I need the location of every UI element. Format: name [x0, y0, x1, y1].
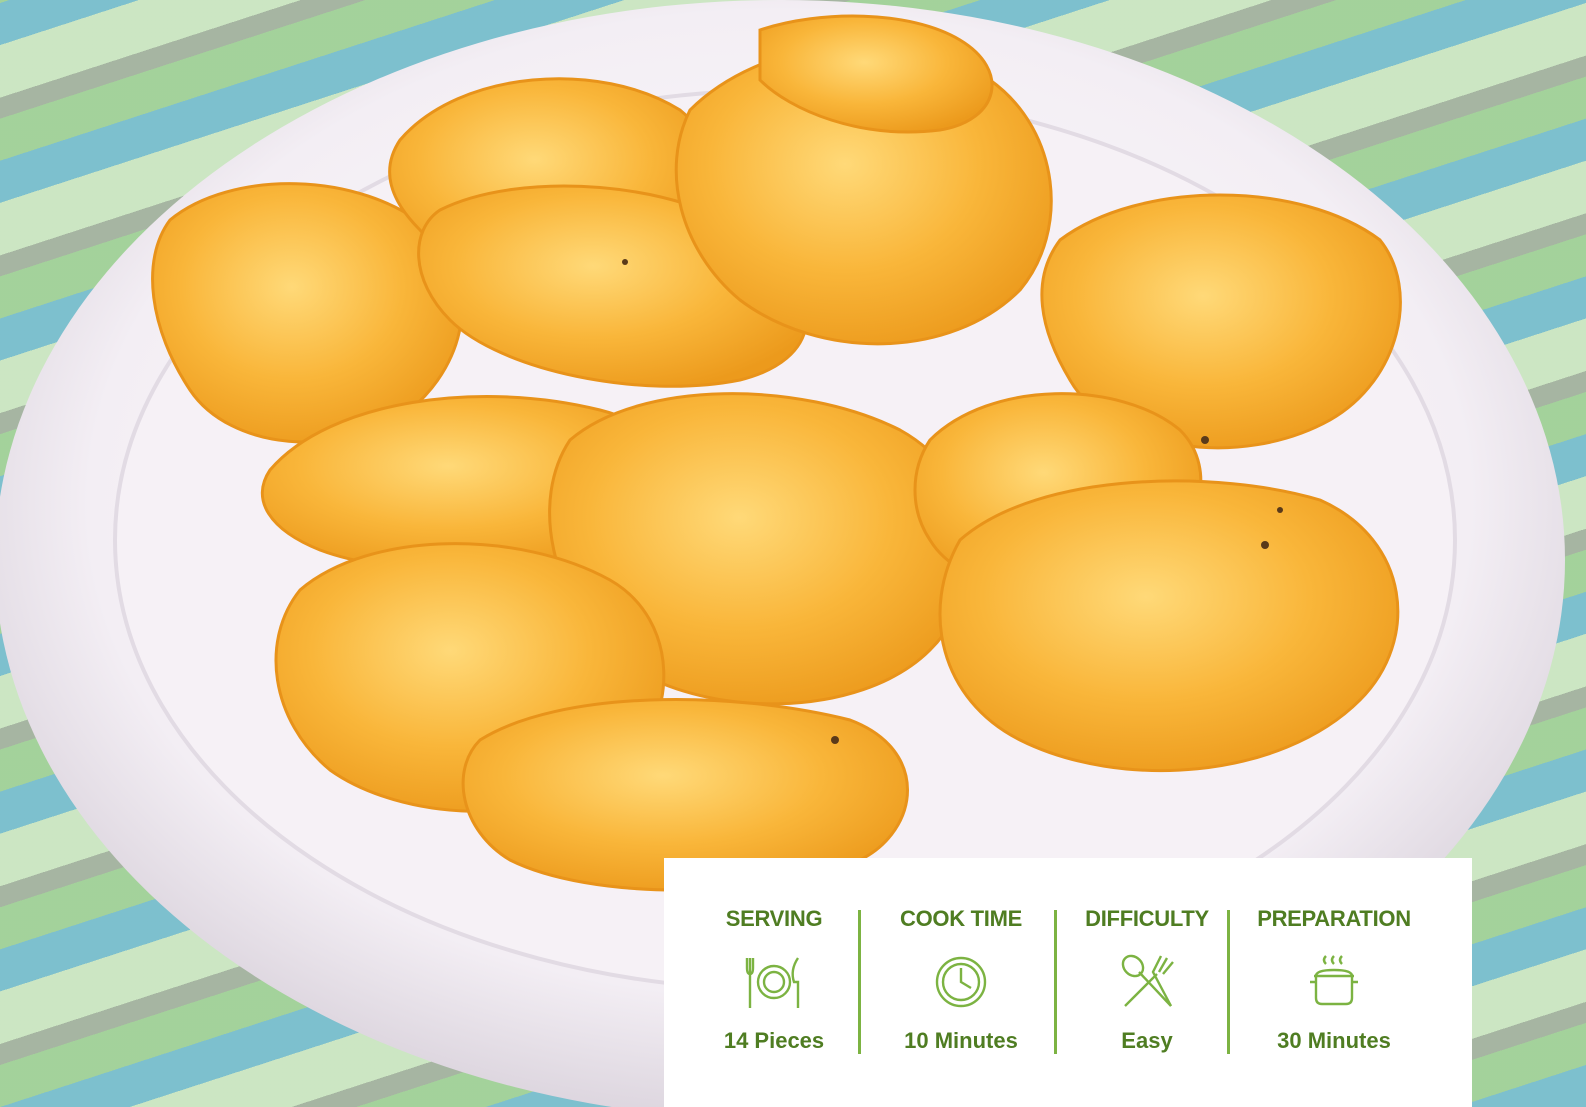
plate-fork-knife-icon	[745, 957, 800, 1008]
preparation-info: PREPARATION 30 Minutes	[1249, 906, 1419, 1066]
difficulty-info: DIFFICULTY Easy	[1072, 906, 1222, 1066]
cook-time-label: COOK TIME	[900, 906, 1022, 931]
serving-info: SERVING 14 Pieces	[704, 906, 844, 1066]
divider	[858, 910, 861, 1054]
difficulty-label: DIFFICULTY	[1085, 906, 1209, 931]
difficulty-value: Easy	[1121, 1028, 1173, 1053]
preparation-label: PREPARATION	[1257, 906, 1411, 931]
clock-icon	[935, 956, 987, 1008]
divider	[1227, 910, 1230, 1054]
serving-label: SERVING	[725, 906, 823, 931]
serving-value: 14 Pieces	[723, 1028, 825, 1053]
divider	[1054, 910, 1057, 1054]
recipe-info-card: SERVING 14 Pieces COOK TIME 10 Minutes D…	[656, 850, 1480, 1107]
cook-time-info: COOK TIME 10 Minutes	[876, 906, 1046, 1066]
preparation-value: 30 Minutes	[1277, 1028, 1391, 1053]
cooking-pot-icon	[1310, 955, 1358, 1006]
cook-time-value: 10 Minutes	[904, 1028, 1018, 1053]
spoon-fork-icon	[1121, 954, 1174, 1007]
